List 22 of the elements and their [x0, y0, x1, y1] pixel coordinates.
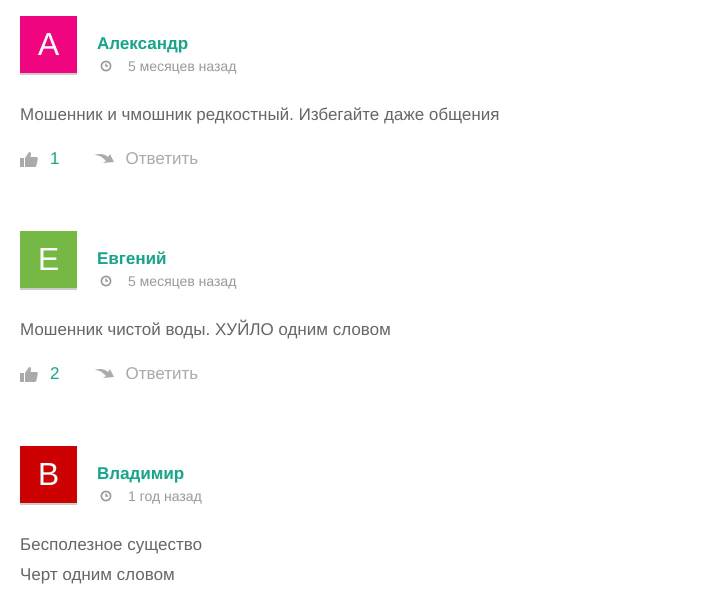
comment-text: Бесполезное существо [20, 534, 204, 556]
clock-icon [100, 490, 112, 502]
comment-text: Черт одним словом [20, 564, 176, 586]
author-name[interactable]: Владимир [97, 463, 202, 485]
clock-icon [100, 60, 112, 72]
thumbs-up-icon[interactable] [20, 366, 38, 382]
thumbs-up-icon[interactable] [20, 151, 38, 167]
comment-time: 5 месяцев назад [128, 57, 236, 75]
avatar: Е [20, 231, 77, 290]
reply-link[interactable]: Ответить [94, 149, 198, 169]
author-name[interactable]: Евгений [97, 248, 236, 270]
comment-text: Мошенник чистой воды. ХУЙЛО одним словом [20, 318, 392, 341]
like-count: 2 [50, 364, 60, 384]
avatar: В [20, 446, 77, 505]
like-count: 1 [50, 149, 60, 169]
avatar: А [20, 16, 77, 75]
comment-time: 1 год назад [128, 487, 202, 505]
author-name[interactable]: Александр [97, 33, 236, 55]
reply-link[interactable]: Ответить [94, 364, 198, 384]
comment-text: Мошенник и чмошник редкостный. Избегайте даже общения [20, 104, 500, 126]
comment-time: 5 месяцев назад [128, 272, 236, 290]
clock-icon [100, 275, 112, 287]
